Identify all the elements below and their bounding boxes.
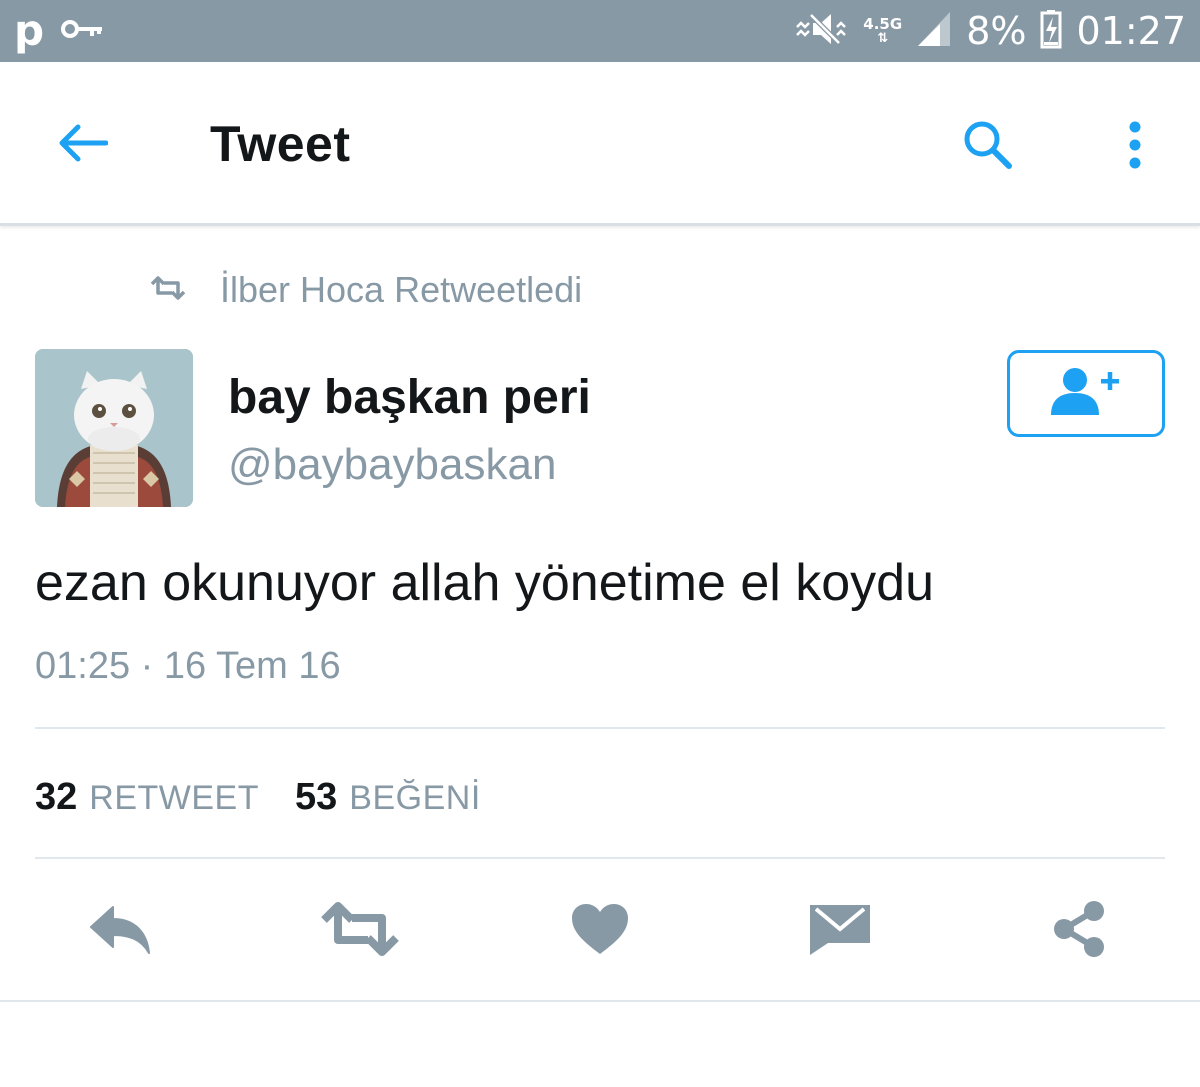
follow-user-plus-icon xyxy=(1047,365,1125,422)
retweet-stat[interactable]: 32 RETWEET xyxy=(35,776,259,819)
avatar-cat-image xyxy=(35,349,193,507)
tweet-timestamp[interactable]: 01:25 · 16 Tem 16 xyxy=(35,645,341,688)
more-vertical-icon xyxy=(1128,120,1142,175)
author-display-name[interactable]: bay başkan peri xyxy=(228,370,591,425)
status-bar: p 4.5G ⇅ 8% 01:27 xyxy=(0,0,1200,62)
retweet-button[interactable] xyxy=(315,895,405,967)
status-bar-right: 4.5G ⇅ 8% 01:27 xyxy=(793,6,1186,56)
battery-percent: 8% xyxy=(966,9,1027,53)
network-type: 4.5G ⇅ xyxy=(863,15,903,46)
follow-button[interactable] xyxy=(1007,350,1165,437)
app-header: Tweet xyxy=(0,62,1200,226)
tweet-stats: 32 RETWEET 53 BEĞENİ xyxy=(35,772,481,822)
tweet-text: ezan okunuyor allah yönetime el koydu xyxy=(35,554,935,612)
search-icon xyxy=(961,118,1015,177)
share-button[interactable] xyxy=(1035,895,1125,967)
search-button[interactable] xyxy=(955,114,1021,180)
network-type-label: 4.5G xyxy=(863,15,903,33)
direct-message-button[interactable] xyxy=(795,895,885,967)
divider xyxy=(35,727,1165,729)
mute-icon xyxy=(793,9,849,54)
retweet-context[interactable]: İlber Hoca Retweetledi xyxy=(148,262,582,318)
avatar[interactable] xyxy=(35,349,193,507)
clock: 01:27 xyxy=(1076,9,1186,53)
author-handle[interactable]: @baybaybaskan xyxy=(228,440,556,490)
data-arrows-icon: ⇅ xyxy=(877,31,889,46)
retweet-count: 32 xyxy=(35,775,78,818)
like-button[interactable] xyxy=(555,895,645,967)
back-button[interactable] xyxy=(50,117,114,173)
bottom-divider xyxy=(0,1000,1200,1002)
signal-icon xyxy=(916,10,952,53)
like-label: BEĞENİ xyxy=(349,778,481,817)
retweet-label: RETWEET xyxy=(89,778,259,817)
share-icon xyxy=(1050,899,1110,964)
back-arrow-icon xyxy=(56,123,109,168)
battery-charging-icon xyxy=(1040,9,1062,54)
like-stat[interactable]: 53 BEĞENİ xyxy=(295,776,481,819)
retweet-context-text: İlber Hoca Retweetledi xyxy=(220,269,583,310)
key-icon xyxy=(60,17,104,46)
page-title: Tweet xyxy=(210,116,351,172)
reply-icon xyxy=(87,903,155,960)
direct-message-icon xyxy=(808,901,872,962)
like-heart-icon xyxy=(570,902,630,961)
retweet-icon xyxy=(148,275,188,305)
like-count: 53 xyxy=(295,775,338,818)
more-options-button[interactable] xyxy=(1110,114,1160,180)
retweet-icon xyxy=(318,901,402,961)
status-bar-left: p xyxy=(14,6,104,56)
divider xyxy=(35,857,1165,859)
notification-p-icon: p xyxy=(14,6,45,55)
reply-button[interactable] xyxy=(76,895,166,967)
